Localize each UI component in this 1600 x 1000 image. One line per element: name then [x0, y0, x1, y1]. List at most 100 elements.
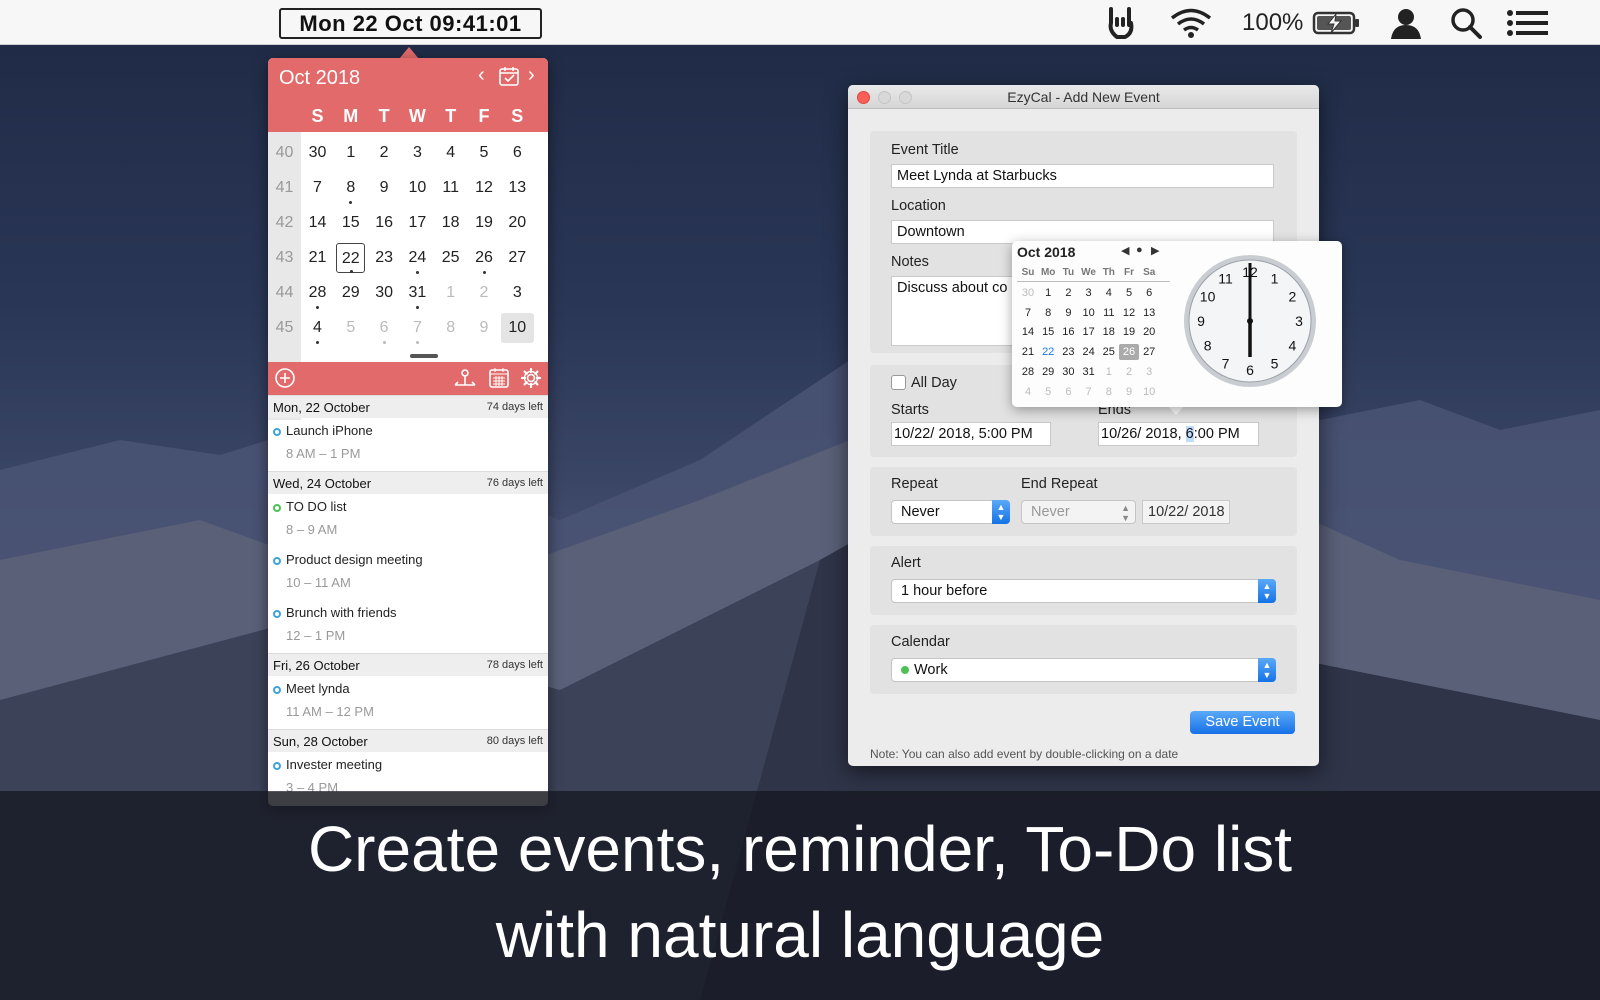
calendar-day[interactable]: 6	[368, 313, 401, 344]
mini-calendar-day[interactable]: 25	[1099, 344, 1119, 360]
mini-calendar-day[interactable]: 17	[1079, 324, 1099, 340]
calendar-day[interactable]: 23	[368, 243, 401, 273]
agenda-event-item[interactable]: TO DO list 8 – 9 AM	[268, 494, 548, 546]
pin-icon[interactable]	[452, 367, 478, 389]
mini-calendar-day[interactable]: 1	[1038, 285, 1058, 301]
mini-calendar-day[interactable]: 31	[1079, 364, 1099, 380]
calendar-day[interactable]: 20	[501, 208, 534, 238]
mini-calendar-day[interactable]: 19	[1119, 324, 1139, 340]
calendar-day[interactable]: 6	[501, 138, 534, 168]
mini-calendar-day[interactable]: 14	[1018, 324, 1038, 340]
analog-clock[interactable]: 121234567891011	[1182, 253, 1318, 389]
mini-calendar-day[interactable]: 5	[1038, 384, 1058, 400]
calendar-day[interactable]: 19	[468, 208, 501, 238]
calendar-day[interactable]: 18	[434, 208, 467, 238]
settings-gear-icon[interactable]	[520, 367, 542, 389]
alert-popup[interactable]: 1 hour before ▲ ▼	[891, 579, 1276, 603]
mini-calendar-day[interactable]: 8	[1099, 384, 1119, 400]
calendar-day[interactable]: 2	[368, 138, 401, 168]
mini-calendar-day[interactable]: 15	[1038, 324, 1058, 340]
calendar-day[interactable]: 30	[301, 138, 334, 168]
mini-prev-icon[interactable]: ◀	[1121, 244, 1129, 257]
calendar-day[interactable]: 17	[401, 208, 434, 238]
calendar-day[interactable]: 21	[301, 243, 334, 273]
event-title-field[interactable]: Meet Lynda at Starbucks	[891, 164, 1274, 188]
calendar-day[interactable]: 22	[336, 243, 366, 273]
calendar-view-icon[interactable]	[488, 367, 510, 389]
all-day-checkbox[interactable]	[891, 375, 906, 390]
calendar-popup[interactable]: Work ▲ ▼	[891, 658, 1276, 682]
calendar-day[interactable]: 5	[334, 313, 367, 343]
agenda-event-item[interactable]: Product design meeting 10 – 11 AM	[268, 547, 548, 599]
wifi-icon[interactable]	[1168, 5, 1214, 41]
agenda-event-item[interactable]: Meet lynda 11 AM – 12 PM	[268, 676, 548, 728]
calendar-day[interactable]: 31	[401, 278, 434, 309]
mini-calendar-day[interactable]: 27	[1139, 344, 1159, 360]
calendar-day[interactable]: 4	[434, 138, 467, 168]
mini-calendar-day[interactable]: 7	[1079, 384, 1099, 400]
calendar-day[interactable]: 10	[500, 313, 534, 343]
calendar-day[interactable]: 11	[434, 173, 467, 203]
mini-next-icon[interactable]: ▶	[1151, 244, 1159, 257]
user-icon[interactable]	[1388, 5, 1424, 41]
menubar-clock[interactable]: Mon 22 Oct 09:41:01	[279, 8, 542, 39]
window-titlebar[interactable]: EzyCal - Add New Event	[848, 85, 1319, 109]
calendar-day[interactable]: 26	[468, 243, 501, 274]
mini-calendar-day[interactable]: 22	[1038, 344, 1058, 360]
calendar-day[interactable]: 7	[301, 173, 334, 203]
calendar-day[interactable]: 10	[401, 173, 434, 203]
mini-calendar-day[interactable]: 18	[1099, 324, 1119, 340]
mini-calendar-day[interactable]: 3	[1079, 285, 1099, 301]
today-calendar-icon[interactable]	[498, 66, 520, 86]
battery-charging-icon[interactable]	[1312, 5, 1362, 41]
calendar-day[interactable]: 1	[434, 278, 467, 308]
mini-calendar-day[interactable]: 11	[1099, 305, 1119, 321]
mini-calendar-day[interactable]: 29	[1038, 364, 1058, 380]
mini-calendar-day[interactable]: 16	[1058, 324, 1078, 340]
mini-calendar-day[interactable]: 26	[1119, 344, 1139, 361]
next-month-icon[interactable]: ›	[528, 64, 535, 87]
mini-calendar-day[interactable]: 8	[1038, 305, 1058, 321]
mini-calendar-day[interactable]: 4	[1099, 285, 1119, 301]
mini-calendar-day[interactable]: 23	[1058, 344, 1078, 360]
mini-calendar-day[interactable]: 30	[1058, 364, 1078, 380]
calendar-day[interactable]: 13	[501, 173, 534, 203]
calendar-day[interactable]: 29	[334, 278, 367, 308]
calendar-day[interactable]: 30	[368, 278, 401, 308]
calendar-day[interactable]: 27	[501, 243, 534, 273]
calendar-day[interactable]: 16	[368, 208, 401, 238]
mini-calendar-day[interactable]: 24	[1079, 344, 1099, 360]
mini-calendar-day[interactable]: 4	[1018, 384, 1038, 400]
calendar-day[interactable]: 3	[401, 138, 434, 168]
calendar-day[interactable]: 14	[301, 208, 334, 238]
starts-field[interactable]: 10/22/ 2018, 5:00 PM	[891, 422, 1051, 446]
calendar-day[interactable]: 25	[434, 243, 467, 273]
calendar-day[interactable]: 4	[301, 313, 334, 344]
calendar-day[interactable]: 15	[334, 208, 367, 238]
calendar-day[interactable]: 12	[468, 173, 501, 203]
calendar-day[interactable]: 3	[501, 278, 534, 308]
end-repeat-date-field[interactable]: 10/22/ 2018	[1142, 500, 1230, 524]
mini-calendar-day[interactable]: 7	[1018, 305, 1038, 321]
mini-today-icon[interactable]: ●	[1136, 244, 1143, 256]
mini-calendar-day[interactable]: 2	[1119, 364, 1139, 380]
end-repeat-popup[interactable]: Never ▲ ▼	[1021, 500, 1136, 524]
agenda-event-item[interactable]: Brunch with friends 12 – 1 PM	[268, 600, 548, 652]
rock-hand-icon[interactable]	[1102, 5, 1142, 41]
mini-calendar-day[interactable]: 1	[1099, 364, 1119, 380]
mini-calendar-day[interactable]: 21	[1018, 344, 1038, 360]
mini-calendar-day[interactable]: 6	[1058, 384, 1078, 400]
mini-calendar-day[interactable]: 6	[1139, 285, 1159, 301]
add-event-icon[interactable]	[274, 367, 296, 389]
ends-ampm-segment[interactable]: PM	[1214, 426, 1240, 442]
calendar-day[interactable]: 8	[434, 313, 467, 343]
ends-field[interactable]: 10/26/ 2018, 6:00 PM	[1098, 422, 1259, 446]
ends-hour-segment[interactable]: 6	[1185, 426, 1194, 442]
calendar-day[interactable]: 8	[334, 173, 367, 204]
calendar-day[interactable]: 9	[468, 313, 501, 343]
mini-calendar-day[interactable]: 20	[1139, 324, 1159, 340]
search-icon[interactable]	[1449, 5, 1483, 41]
calendar-day[interactable]: 2	[468, 278, 501, 308]
mini-calendar-day[interactable]: 13	[1139, 305, 1159, 321]
menu-list-icon[interactable]	[1506, 5, 1550, 41]
